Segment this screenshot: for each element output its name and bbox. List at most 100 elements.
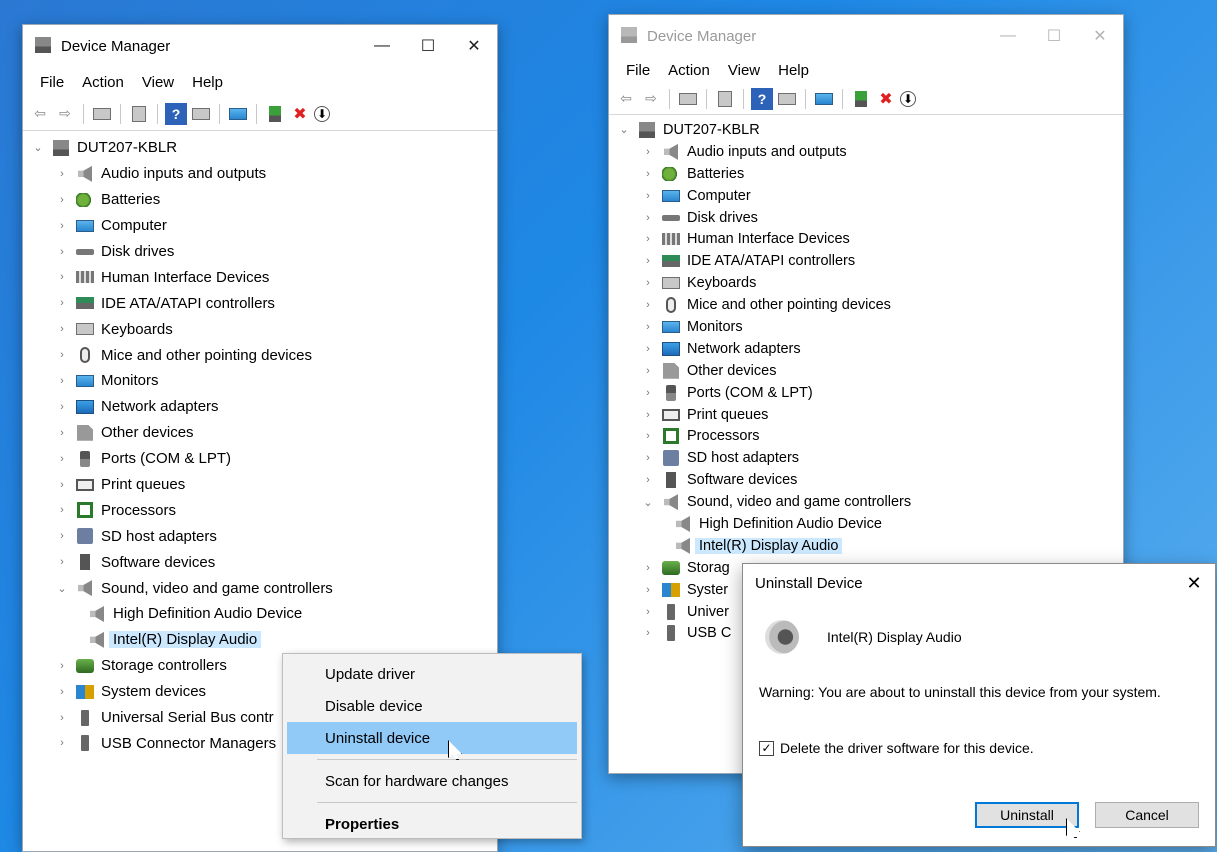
collapse-chevron-icon[interactable]: ⌄ — [641, 496, 655, 509]
tree-item[interactable]: › Batteries — [23, 187, 497, 213]
dialog-title-bar[interactable]: Uninstall Device ✕ — [743, 564, 1215, 602]
collapse-chevron-icon[interactable]: ⌄ — [617, 123, 631, 136]
tree-item[interactable]: › Audio inputs and outputs — [23, 161, 497, 187]
update-driver-icon[interactable] — [264, 103, 286, 125]
minimize-button[interactable]: — — [359, 25, 405, 67]
enable-device-icon[interactable]: ⬇ — [314, 105, 330, 122]
resource-view-icon[interactable] — [776, 88, 798, 110]
expand-chevron-icon[interactable]: › — [55, 220, 69, 232]
menu-item-update-driver[interactable]: Update driver — [283, 658, 581, 690]
expand-chevron-icon[interactable]: › — [641, 387, 655, 399]
expand-chevron-icon[interactable]: › — [55, 323, 69, 335]
tree-item[interactable]: › Print queues — [23, 472, 497, 498]
tree-item[interactable]: › Mice and other pointing devices — [23, 342, 497, 368]
tree-item[interactable]: › Keyboards — [609, 272, 1123, 294]
collapse-chevron-icon[interactable]: ⌄ — [55, 582, 69, 595]
expand-chevron-icon[interactable]: › — [641, 299, 655, 311]
title-bar[interactable]: Device Manager — ☐ ✕ — [609, 15, 1123, 57]
tree-root[interactable]: ⌄ DUT207-KBLR — [23, 135, 497, 161]
expand-chevron-icon[interactable]: › — [641, 430, 655, 442]
expand-chevron-icon[interactable]: › — [55, 246, 69, 258]
tree-item[interactable]: › Computer — [609, 185, 1123, 207]
menu-file[interactable]: File — [617, 62, 659, 79]
tree-item[interactable]: › Network adapters — [609, 338, 1123, 360]
tree-item[interactable]: › Processors — [609, 425, 1123, 447]
help-icon[interactable]: ? — [165, 102, 187, 125]
menu-item-disable-device[interactable]: Disable device — [283, 690, 581, 722]
expand-chevron-icon[interactable]: › — [55, 686, 69, 698]
expand-chevron-icon[interactable]: › — [641, 365, 655, 377]
forward-icon[interactable]: ⇨ — [54, 103, 76, 125]
tree-item[interactable]: › Human Interface Devices — [609, 228, 1123, 250]
tree-item[interactable]: › IDE ATA/ATAPI controllers — [609, 250, 1123, 272]
menu-item-scan-hardware[interactable]: Scan for hardware changes — [283, 765, 581, 797]
expand-chevron-icon[interactable]: › — [641, 321, 655, 333]
expand-chevron-icon[interactable]: › — [641, 627, 655, 639]
tree-item[interactable]: › IDE ATA/ATAPI controllers — [23, 290, 497, 316]
tree-item[interactable]: › SD host adapters — [609, 447, 1123, 469]
expand-chevron-icon[interactable]: › — [55, 453, 69, 465]
tree-item[interactable]: › Disk drives — [609, 207, 1123, 229]
collapse-chevron-icon[interactable]: ⌄ — [31, 141, 45, 154]
expand-chevron-icon[interactable]: › — [641, 606, 655, 618]
properties-view-icon[interactable] — [91, 103, 113, 125]
tree-item[interactable]: › Other devices — [609, 360, 1123, 382]
delete-driver-option[interactable]: ✓ Delete the driver software for this de… — [743, 700, 1215, 756]
menu-file[interactable]: File — [31, 74, 73, 91]
expand-chevron-icon[interactable]: › — [55, 556, 69, 568]
uninstall-icon[interactable]: ✖ — [289, 103, 311, 125]
tree-item[interactable]: › Monitors — [609, 316, 1123, 338]
tree-item[interactable]: › Ports (COM & LPT) — [23, 446, 497, 472]
tree-item[interactable]: › Keyboards — [23, 316, 497, 342]
back-icon[interactable]: ⇦ — [615, 88, 637, 110]
dialog-close-icon[interactable]: ✕ — [1173, 573, 1215, 594]
tree-item[interactable]: Intel(R) Display Audio — [609, 535, 1123, 557]
forward-icon[interactable]: ⇨ — [640, 88, 662, 110]
tree-item[interactable]: › Software devices — [23, 549, 497, 575]
uninstall-button[interactable]: Uninstall — [975, 802, 1079, 828]
expand-chevron-icon[interactable]: › — [55, 479, 69, 491]
expand-chevron-icon[interactable]: › — [55, 297, 69, 309]
update-driver-icon[interactable] — [850, 88, 872, 110]
enable-device-icon[interactable]: ⬇ — [900, 90, 916, 107]
delete-driver-checkbox[interactable]: ✓ — [759, 740, 774, 756]
expand-chevron-icon[interactable]: › — [641, 474, 655, 486]
expand-chevron-icon[interactable]: › — [55, 427, 69, 439]
tree-item[interactable]: › Computer — [23, 213, 497, 239]
expand-chevron-icon[interactable]: › — [55, 530, 69, 542]
menu-help[interactable]: Help — [769, 62, 818, 79]
resource-view-icon[interactable] — [190, 103, 212, 125]
expand-chevron-icon[interactable]: › — [55, 712, 69, 724]
expand-chevron-icon[interactable]: › — [55, 401, 69, 413]
tree-item[interactable]: › SD host adapters — [23, 523, 497, 549]
tree-item[interactable]: › Monitors — [23, 368, 497, 394]
expand-chevron-icon[interactable]: › — [641, 168, 655, 180]
tree-item[interactable]: › Batteries — [609, 163, 1123, 185]
tree-item[interactable]: › Software devices — [609, 469, 1123, 491]
menu-item-properties[interactable]: Properties — [283, 808, 581, 840]
expand-chevron-icon[interactable]: › — [641, 233, 655, 245]
tree-item[interactable]: › Audio inputs and outputs — [609, 141, 1123, 163]
expand-chevron-icon[interactable]: › — [55, 737, 69, 749]
help-icon[interactable]: ? — [751, 87, 773, 110]
tree-item[interactable]: › Print queues — [609, 404, 1123, 426]
expand-chevron-icon[interactable]: › — [641, 562, 655, 574]
scan-hardware-icon[interactable] — [813, 88, 835, 110]
tree-item[interactable]: High Definition Audio Device — [609, 513, 1123, 535]
menu-item-uninstall-device[interactable]: Uninstall device — [287, 722, 577, 754]
maximize-button[interactable]: ☐ — [1031, 15, 1077, 57]
expand-chevron-icon[interactable]: › — [55, 349, 69, 361]
expand-chevron-icon[interactable]: › — [641, 255, 655, 267]
tree-item[interactable]: › Other devices — [23, 420, 497, 446]
expand-chevron-icon[interactable]: › — [55, 504, 69, 516]
minimize-button[interactable]: — — [985, 15, 1031, 57]
expand-chevron-icon[interactable]: › — [641, 409, 655, 421]
menu-action[interactable]: Action — [73, 74, 133, 91]
expand-chevron-icon[interactable]: › — [641, 584, 655, 596]
close-button[interactable]: ✕ — [1077, 15, 1123, 57]
expand-chevron-icon[interactable]: › — [55, 194, 69, 206]
title-bar[interactable]: Device Manager — ☐ ✕ — [23, 25, 497, 67]
expand-chevron-icon[interactable]: › — [55, 375, 69, 387]
menu-action[interactable]: Action — [659, 62, 719, 79]
uninstall-icon[interactable]: ✖ — [875, 88, 897, 110]
